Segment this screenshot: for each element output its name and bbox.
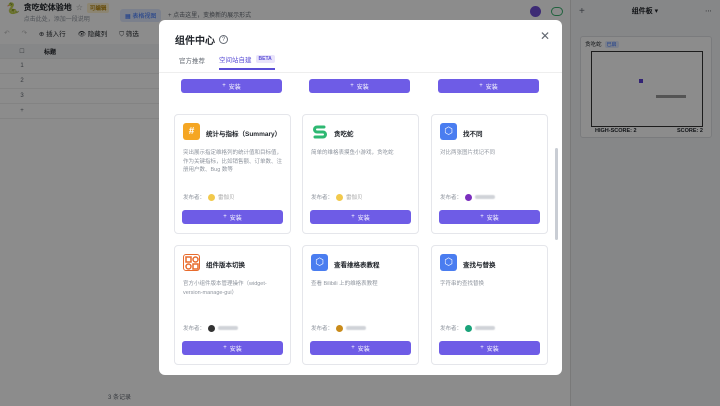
publisher: 发布者： 雷伽贝 [183,193,235,201]
help-icon[interactable]: ? [219,35,228,44]
widget-card-list: + 安装 + 安装 + 安装 # 统计与指标（Summary） 突出展示指定维格列的统… [159,73,562,375]
publisher: 发布者： [440,324,496,332]
widget-card[interactable]: ⬡ 查看维格表教程 查看 Bilibili 上的维格表教程 发布者： + 安装 [302,245,419,365]
widget-center-modal: 组件中心 ? ✕ 官方推荐 空间站自建 BETA + 安装 + 安装 + 安装 # 统… [159,20,562,375]
publisher-avatar [336,193,344,201]
widget-card-desc: 官方小组件版本管理操作（widget-version-manage-gui） [183,281,267,296]
install-button[interactable]: + 安装 [439,210,540,224]
publisher: 发布者： 雷伽贝 [311,193,363,201]
scrollbar[interactable] [555,148,558,240]
widget-card-name: 统计与指标（Summary） [206,131,282,138]
widget-card[interactable]: 贪吃蛇 简单的维格表摸鱼小游戏，贪吃蛇 发布者： 雷伽贝 + 安装 [302,114,419,234]
close-icon[interactable]: ✕ [540,29,550,43]
install-button[interactable]: + 安装 [310,210,411,224]
widget-card[interactable]: 组件版本切换 官方小组件版本管理操作（widget-version-manage… [174,245,291,365]
modal-tabs: 官方推荐 空间站自建 BETA [179,54,275,70]
install-button[interactable]: + 安装 [438,79,539,93]
widget-card-name: 查看维格表教程 [334,262,380,269]
publisher-name: 雷伽贝 [346,195,363,201]
install-button[interactable]: + 安装 [182,210,283,224]
widget-card[interactable]: # 统计与指标（Summary） 突出展示指定维格列的统计值和目标值，作为关键指… [174,114,291,234]
publisher-avatar [208,324,216,332]
widget-card-name: 查找与替换 [463,262,496,269]
publisher-avatar [208,193,216,201]
cube-icon: ⬡ [440,254,457,271]
widget-card-desc: 查看 Bilibili 上的维格表教程 [311,281,378,287]
beta-badge: BETA [255,55,275,63]
tab-custom[interactable]: 空间站自建 BETA [219,54,275,70]
tab-official[interactable]: 官方推荐 [179,54,205,70]
grid-icon [183,254,200,271]
hash-icon: # [183,123,200,140]
publisher: 发布者： [311,324,367,332]
cube-icon: ⬡ [311,254,328,271]
modal-title: 组件中心 [175,36,215,47]
publisher-name-redacted [218,326,239,330]
install-button[interactable]: + 安装 [182,341,283,355]
publisher-name-redacted [346,326,367,330]
widget-card[interactable]: ⬡ 找不同 对比两张图片找记不同 发布者： + 安装 [431,114,548,234]
widget-card-name: 贪吃蛇 [334,131,354,138]
publisher-avatar [465,193,473,201]
cube-icon: ⬡ [440,123,457,140]
widget-card-name: 找不同 [463,131,483,138]
publisher-name: 雷伽贝 [218,195,235,201]
widget-card-desc: 突出展示指定维格列的统计值和目标值，作为关键指标，比如销售额、订单数、注册用户数… [183,150,283,173]
publisher: 发布者： [440,193,496,201]
publisher-name-redacted [475,195,496,199]
install-button[interactable]: + 安装 [310,341,411,355]
install-button[interactable]: + 安装 [181,79,282,93]
widget-card-desc: 对比两张图片找记不同 [440,150,496,156]
widget-card-desc: 简单的维格表摸鱼小游戏，贪吃蛇 [311,150,394,156]
snake-icon [311,123,328,140]
publisher: 发布者： [183,324,239,332]
install-button[interactable]: + 安装 [309,79,410,93]
widget-card-desc: 字符串的查找替换 [440,281,485,287]
install-button[interactable]: + 安装 [439,341,540,355]
widget-card-name: 组件版本切换 [206,262,245,269]
widget-card[interactable]: ⬡ 查找与替换 字符串的查找替换 发布者： + 安装 [431,245,548,365]
publisher-name-redacted [475,326,496,330]
publisher-avatar [465,324,473,332]
publisher-avatar [336,324,344,332]
